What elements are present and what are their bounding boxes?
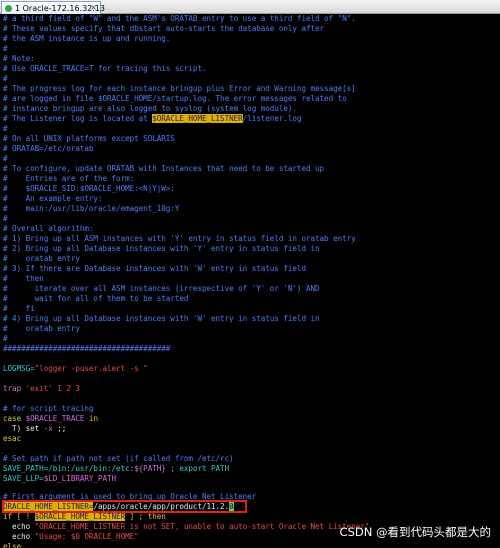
code-line: # bbox=[3, 154, 8, 163]
code-line: if [ ! $ORACLE_HOME_LISTNER ] ; then bbox=[3, 512, 166, 522]
code-line: ##################################### bbox=[3, 344, 171, 353]
code-line: esac bbox=[3, 434, 22, 443]
code-keyword: if [ ! bbox=[3, 512, 35, 521]
code-keyword: ] ; then bbox=[125, 512, 166, 521]
search-match-highlight: ORACLE_HOME_LISTNER= bbox=[3, 502, 94, 511]
code-text: # The Listener log is located at bbox=[3, 114, 153, 123]
green-dot-icon bbox=[5, 4, 12, 12]
code-line: # ORATAB=/etc/oratab bbox=[3, 144, 94, 153]
code-line: echo "Usage: $0 ORACLE_HOME" bbox=[3, 532, 139, 542]
code-line: # the ASM instance is up and running. bbox=[3, 34, 171, 43]
code-line: # Overall algorithm: bbox=[3, 224, 94, 233]
code-string: "ORACLE_HOME_LISTNER is not SET, unable … bbox=[34, 522, 370, 531]
code-keyword: in bbox=[84, 414, 98, 423]
code-line: # The progress log for each instance bri… bbox=[3, 84, 356, 93]
code-line: SAVE_LLP=$LD_LIBRARY_PATH bbox=[3, 474, 116, 484]
code-line: # Entries are of the form: bbox=[3, 174, 135, 183]
code-option: -x bbox=[43, 424, 53, 433]
tab-bar: 1 Oracle-172.16.32.13 × bbox=[0, 0, 500, 14]
code-text: ; export PATH bbox=[165, 464, 230, 473]
code-variable: $ORACLE_TRACE bbox=[25, 414, 85, 423]
code-keyword: case bbox=[3, 414, 26, 423]
code-text: LOGMSG= bbox=[3, 364, 35, 373]
code-line: # bbox=[3, 214, 8, 223]
code-variable: $LD_LIBRARY_PATH bbox=[43, 474, 117, 483]
code-text: /listener.log bbox=[242, 114, 302, 123]
code-line: # 2) Bring up all Database instances wit… bbox=[3, 244, 320, 253]
code-line: # then bbox=[3, 274, 44, 283]
code-line: # bbox=[3, 334, 8, 343]
code-line: # iterate over all ASM instances (irresp… bbox=[3, 284, 320, 293]
code-line: # 4) Bring up all Database instances wit… bbox=[3, 314, 320, 323]
code-line: SAVE_PATH=/bin:/usr/bin:/etc:${PATH} ; e… bbox=[3, 464, 229, 474]
code-line: # instance bringup are also logged to sy… bbox=[3, 104, 297, 113]
terminal-viewport[interactable]: # a third field of "W" and the ASM's ORA… bbox=[0, 14, 500, 548]
code-line: # An example entry: bbox=[3, 194, 103, 203]
code-line: echo "ORACLE_HOME_LISTNER is not SET, un… bbox=[3, 522, 369, 532]
session-tab[interactable]: 1 Oracle-172.16.32.13 × bbox=[1, 1, 105, 14]
code-line: # for script tracing bbox=[3, 404, 94, 413]
code-text: SAVE_LLP= bbox=[3, 474, 44, 483]
code-variable: ${PATH} bbox=[134, 464, 166, 473]
code-line: # First argument is used to bring up Ora… bbox=[3, 492, 257, 501]
code-text: echo bbox=[3, 532, 35, 541]
code-line: # bbox=[3, 124, 8, 133]
code-line: # Note: bbox=[3, 54, 35, 63]
search-match-highlight: $ORACLE_HOME_LISTNER bbox=[152, 114, 243, 123]
code-line: # Use ORACLE_TRACE=T for tracing this sc… bbox=[3, 64, 207, 73]
code-text: 1 2 3 bbox=[52, 384, 80, 393]
code-text: ;; bbox=[52, 424, 67, 433]
code-line: trap 'exit' 1 2 3 bbox=[3, 384, 80, 394]
code-line: # bbox=[3, 44, 8, 53]
code-line: # On all UNIX platforms except SOLARIS bbox=[3, 134, 175, 143]
code-line: # oratab entry bbox=[3, 324, 80, 333]
code-line: # fi bbox=[3, 304, 35, 313]
code-line: else bbox=[3, 542, 22, 548]
code-string: "Usage: $0 ORACLE_HOME" bbox=[34, 532, 139, 541]
code-text: /apps/oracle/app/product/11.2. bbox=[93, 502, 230, 511]
code-line: # The Listener log is located at $ORACLE… bbox=[3, 114, 302, 124]
code-line: # $ORACLE_SID:$ORACLE_HOME:<N|Y|W>: bbox=[3, 184, 175, 193]
code-text: SAVE_PATH=/bin:/usr/bin:/etc: bbox=[3, 464, 135, 473]
code-text: T) set bbox=[3, 424, 44, 433]
code-line: # To configure, update ORATAB with Insta… bbox=[3, 164, 325, 173]
watermark: CSDN @看到代码头都是大的 bbox=[339, 525, 491, 539]
text-cursor: 0 bbox=[229, 502, 234, 511]
code-line: ORACLE_HOME_LISTNER=/apps/oracle/app/pro… bbox=[3, 502, 234, 512]
code-text: echo bbox=[3, 522, 35, 531]
code-keyword: trap bbox=[3, 384, 26, 393]
code-line: # oratab entry bbox=[3, 254, 80, 263]
code-string: 'exit' bbox=[25, 384, 53, 393]
code-line: # wait for all of them to be started bbox=[3, 294, 189, 303]
code-line: # 3) If there are Database instances wit… bbox=[3, 264, 306, 273]
code-string: "logger -puser.alert -s " bbox=[34, 364, 148, 373]
code-line: # are logged in file $ORACLE_HOME/startu… bbox=[3, 94, 347, 103]
code-line: # main:/usr/lib/oracle/emagent_10g:Y bbox=[3, 204, 180, 213]
close-icon[interactable]: × bbox=[90, 3, 97, 12]
code-line: case $ORACLE_TRACE in bbox=[3, 414, 98, 424]
code-line: # 1) Bring up all ASM instances with 'Y'… bbox=[3, 234, 356, 243]
code-line: # Set path if path not set (if called fr… bbox=[3, 454, 234, 463]
code-line: # a third field of "W" and the ASM's ORA… bbox=[3, 14, 356, 23]
code-line: # bbox=[3, 74, 8, 83]
code-line: T) set -x ;; bbox=[3, 424, 66, 434]
code-line: # These values specify that dbstart auto… bbox=[3, 24, 325, 33]
search-match-highlight: $ORACLE_HOME_LISTNER bbox=[34, 512, 126, 521]
code-line: LOGMSG="logger -puser.alert -s " bbox=[3, 364, 148, 374]
